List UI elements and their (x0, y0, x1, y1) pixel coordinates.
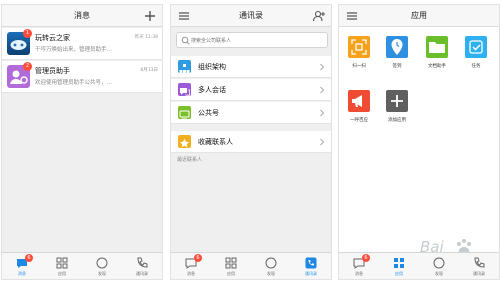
app-docs[interactable]: 文档助手 (421, 36, 453, 70)
title-bar: 通讯录 (171, 5, 331, 27)
contact-row-public-account[interactable]: 公共号 (171, 102, 331, 124)
phone-icon (305, 257, 317, 269)
chevron-right-icon (320, 109, 325, 117)
grid-icon (56, 257, 68, 269)
tab-label: 消息 (18, 271, 26, 276)
tab-discover[interactable]: 发现 (419, 253, 459, 279)
tab-discover[interactable]: 发现 (82, 253, 122, 279)
public-account-icon (178, 106, 191, 120)
chat-item[interactable]: 1 玩转云之家 昨天 11:38 干哼万唤始出来，管理员助手… (2, 28, 162, 60)
chat-time: 8月13日 (140, 68, 158, 73)
tab-badge: 6 (194, 254, 202, 262)
title-bar: 应用 (339, 5, 499, 27)
plus-icon (386, 90, 408, 112)
tab-badge: 6 (362, 254, 370, 262)
tab-label: 通讯录 (136, 271, 148, 276)
tab-label: 应用 (395, 271, 403, 276)
grid-icon (225, 257, 237, 269)
page-title: 通讯录 (239, 11, 263, 20)
recent-contacts-header: 最近联系人 (177, 157, 203, 163)
title-bar: 消息 (2, 5, 162, 27)
tab-bar: 6 消息 应用 发现 通讯录 (339, 252, 499, 279)
group-chat-icon (178, 83, 191, 98)
chevron-right-icon (320, 86, 325, 94)
tab-label: 发现 (267, 271, 275, 276)
tab-badge: 6 (25, 254, 33, 262)
chat-name: 管理员助手 (35, 67, 70, 75)
contact-row-label: 收藏联系人 (198, 138, 233, 146)
chat-time: 昨天 11:38 (134, 35, 158, 40)
app-broadcast[interactable]: 一呼百应 (343, 90, 375, 124)
phone-icon (474, 257, 485, 268)
chat-preview: 欢迎使用管理员助手公共号，… (35, 80, 113, 86)
contact-row-label: 多人会话 (198, 86, 226, 94)
chevron-right-icon (320, 138, 325, 146)
unread-badge: 1 (23, 29, 32, 38)
grid-icon (394, 258, 404, 268)
app-label: 添加应用 (388, 118, 406, 123)
tab-label: 消息 (187, 271, 195, 276)
tab-messages[interactable]: 6 消息 (339, 253, 379, 279)
star-icon (178, 135, 191, 148)
add-contact-icon[interactable] (312, 9, 326, 23)
tab-apps[interactable]: 应用 (211, 253, 251, 279)
tab-messages[interactable]: 6 消息 (2, 253, 42, 279)
tab-apps[interactable]: 应用 (379, 253, 419, 279)
compass-icon (433, 257, 445, 269)
unread-badge: 2 (23, 62, 32, 71)
tab-label: 通讯录 (305, 271, 317, 276)
compass-icon (265, 257, 277, 269)
contact-row-label: 组织架构 (198, 63, 226, 71)
tab-contacts[interactable]: 通讯录 (291, 253, 331, 279)
chat-item[interactable]: 2 管理员助手 8月13日 欢迎使用管理员助手公共号，… (2, 61, 162, 93)
tab-label: 发现 (98, 271, 106, 276)
app-add[interactable]: 添加应用 (381, 90, 413, 124)
app-checkin[interactable]: 签到 (381, 36, 413, 70)
tab-label: 消息 (355, 271, 363, 276)
page-title: 消息 (74, 11, 90, 20)
app-label: 扫一扫 (352, 64, 366, 69)
tab-messages[interactable]: 6 消息 (171, 253, 211, 279)
apps-screen: 应用 扫一扫 签到 文档助手 任务 一呼百应 添加应用 Bai 6 消息 应用 … (338, 4, 500, 280)
app-label: 签到 (392, 64, 402, 69)
tab-label: 通讯录 (473, 271, 485, 276)
contact-row-group-chat[interactable]: 多人会话 (171, 79, 331, 101)
app-label: 文档助手 (428, 64, 446, 69)
search-box[interactable] (176, 32, 328, 48)
check-icon (465, 36, 487, 58)
tab-label: 应用 (227, 271, 235, 276)
megaphone-icon (348, 90, 370, 112)
tab-discover[interactable]: 发现 (251, 253, 291, 279)
contact-row-org[interactable]: 组织架构 (171, 56, 331, 78)
chevron-right-icon (320, 63, 325, 71)
tab-label: 发现 (435, 271, 443, 276)
contacts-screen: 通讯录 组织架构 多人会话 (170, 4, 332, 280)
tab-label: 应用 (58, 271, 66, 276)
search-icon (181, 36, 190, 45)
contact-row-favorites[interactable]: 收藏联系人 (171, 131, 331, 153)
app-label: 一呼百应 (350, 118, 368, 123)
compass-icon (96, 257, 108, 269)
tab-bar: 6 消息 应用 发现 通讯录 (2, 252, 162, 279)
page-title: 应用 (411, 11, 427, 20)
plus-icon[interactable] (143, 9, 157, 23)
messages-screen: 消息 1 玩转云之家 昨天 11:38 干哼万唤始出来，管理员助手… 2 管理员… (1, 4, 163, 280)
tab-apps[interactable]: 应用 (42, 253, 82, 279)
app-tasks[interactable]: 任务 (460, 36, 492, 70)
tab-contacts[interactable]: 通讯录 (459, 253, 499, 279)
app-label: 任务 (471, 64, 481, 69)
contact-row-label: 公共号 (198, 109, 219, 117)
folder-icon (426, 36, 448, 58)
phone-icon (137, 257, 148, 268)
tab-bar: 6 消息 应用 发现 通讯录 (171, 252, 331, 279)
search-input[interactable] (191, 35, 323, 46)
screenshot-composite: 消息 1 玩转云之家 昨天 11:38 干哼万唤始出来，管理员助手… 2 管理员… (0, 0, 500, 284)
tab-contacts[interactable]: 通讯录 (122, 253, 162, 279)
chat-name: 玩转云之家 (35, 34, 70, 42)
location-pin-icon (386, 36, 408, 58)
chat-preview: 干哼万唤始出来，管理员助手… (35, 47, 113, 53)
qr-scan-icon (348, 36, 370, 58)
app-scan[interactable]: 扫一扫 (343, 36, 375, 70)
org-chart-icon (178, 60, 191, 73)
